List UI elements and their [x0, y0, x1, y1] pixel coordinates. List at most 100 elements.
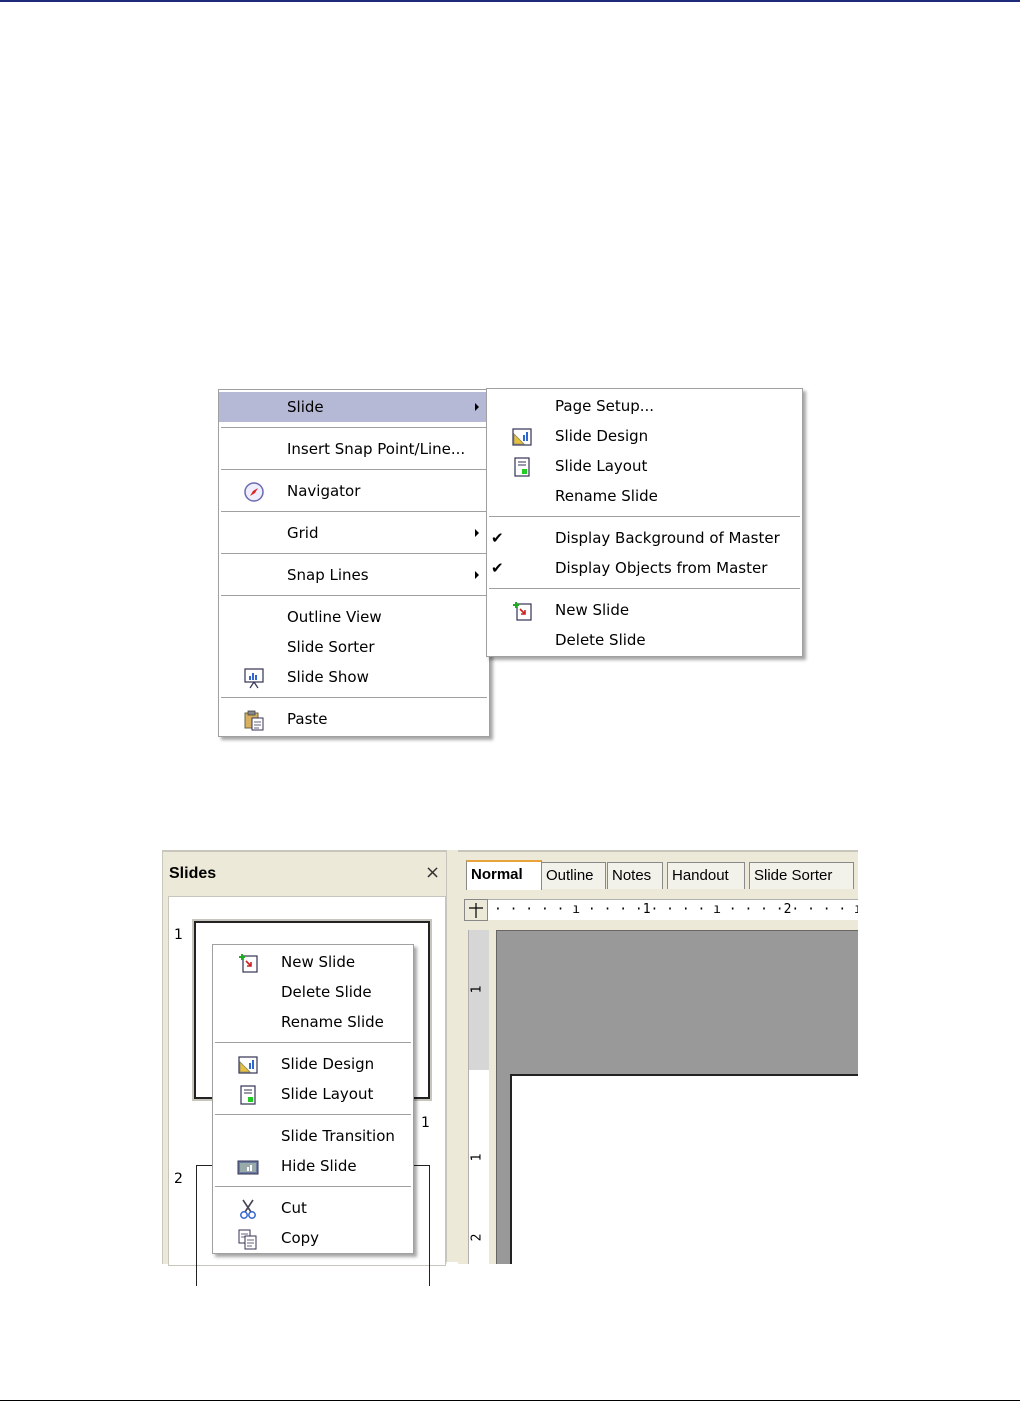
menu-item-slide[interactable]: Slide: [219, 392, 489, 422]
menu-item-label: Slide: [287, 398, 324, 416]
menu-item-hide-slide[interactable]: Hide Slide: [213, 1151, 413, 1181]
menu-separator: [221, 595, 487, 596]
menu-item-label: New Slide: [555, 601, 630, 619]
crosshair-icon: [469, 903, 483, 918]
menu-item-slide-show[interactable]: Slide Show: [219, 662, 489, 692]
menu-item-copy[interactable]: Copy: [213, 1223, 413, 1253]
menu-separator: [221, 427, 487, 428]
new-slide-icon: [239, 954, 258, 973]
menu-item-slide-layout[interactable]: Slide Layout: [487, 451, 802, 481]
vertical-ruler: 1 1 2: [468, 930, 489, 1264]
submenu-arrow-icon: [475, 403, 479, 411]
submenu-arrow-icon: [475, 529, 479, 537]
menu-item-slide-design[interactable]: Slide Design: [487, 421, 802, 451]
menu-item-label: Hide Slide: [281, 1157, 357, 1175]
tab-label: Slide Sorter: [754, 867, 833, 884]
menu-item-slide-layout[interactable]: Slide Layout: [213, 1079, 413, 1109]
page-bottom-rule: [0, 1400, 1020, 1401]
menu-item-label: Slide Transition: [281, 1127, 395, 1145]
menu-item-label: New Slide: [281, 953, 356, 971]
ruler-shade: [469, 930, 489, 1070]
slides-context-menu: New Slide Delete Slide Rename Slide Slid…: [212, 944, 414, 1254]
tab-handout[interactable]: Handout: [667, 862, 745, 889]
menu-separator: [215, 1042, 411, 1043]
menu-item-label: Display Objects from Master: [555, 559, 768, 577]
ruler-mark: 1: [469, 985, 485, 994]
menu-separator: [221, 511, 487, 512]
menu-item-rename-slide[interactable]: Rename Slide: [213, 1007, 413, 1037]
menu-item-label: Paste: [287, 710, 328, 728]
ruler-scale: · · · · · ı · · · ·1· · · · ı · · · ·2· …: [494, 902, 858, 917]
page-top-rule: [0, 0, 1020, 2]
menu-item-new-slide[interactable]: New Slide: [487, 595, 802, 625]
menu-item-outline-view[interactable]: Outline View: [219, 602, 489, 632]
menu-separator: [221, 697, 487, 698]
tab-outline[interactable]: Outline: [541, 862, 606, 889]
slide-design-icon: [238, 1056, 258, 1074]
slide-number: 1: [421, 1115, 430, 1131]
menu-item-label: Slide Sorter: [287, 638, 375, 656]
menu-item-label: Rename Slide: [281, 1013, 384, 1031]
ruler-origin-icon[interactable]: [464, 899, 488, 921]
menu-item-label: Insert Snap Point/Line...: [287, 440, 466, 458]
menu-item-delete-slide[interactable]: Delete Slide: [213, 977, 413, 1007]
menu-item-rename-slide[interactable]: Rename Slide: [487, 481, 802, 511]
menu-item-label: Page Setup...: [555, 397, 655, 415]
menu-item-page-setup[interactable]: Page Setup...: [487, 391, 802, 421]
menu-item-paste[interactable]: Paste: [219, 704, 489, 734]
menu-item-label: Copy: [281, 1229, 320, 1247]
tab-label: Normal: [471, 866, 523, 883]
ruler-mark: 1: [469, 1153, 485, 1162]
menu-item-slide-sorter[interactable]: Slide Sorter: [219, 632, 489, 662]
slide-layout-icon: [514, 457, 530, 477]
menu-item-label: Slide Show: [287, 668, 369, 686]
menu-item-navigator[interactable]: Navigator: [219, 476, 489, 506]
menu-item-label: Snap Lines: [287, 566, 369, 584]
menu-separator: [215, 1186, 411, 1187]
hide-slide-icon: [237, 1160, 259, 1175]
menu-item-label: Slide Design: [555, 427, 649, 445]
menu-item-delete-slide[interactable]: Delete Slide: [487, 625, 802, 655]
editor-area: Normal Outline Notes Handout Slide Sorte…: [458, 850, 858, 1264]
slide-number: 2: [174, 1171, 183, 1187]
menu-item-display-objects-from-master[interactable]: ✔ Display Objects from Master: [487, 553, 802, 583]
tab-slide-sorter[interactable]: Slide Sorter: [749, 862, 854, 889]
slide-show-icon: [244, 668, 264, 689]
slides-pane-title: Slides: [169, 865, 217, 882]
menu-item-label: Delete Slide: [555, 631, 646, 649]
ruler-mark: 2: [469, 1233, 485, 1242]
tab-normal[interactable]: Normal: [466, 860, 542, 890]
menu-separator: [221, 469, 487, 470]
checkmark-icon: ✔: [491, 559, 504, 577]
menu-item-snap-lines[interactable]: Snap Lines: [219, 560, 489, 590]
menu-item-display-background-of-master[interactable]: ✔ Display Background of Master: [487, 523, 802, 553]
menu-item-label: Slide Design: [281, 1055, 375, 1073]
menu-item-insert-snap-point[interactable]: Insert Snap Point/Line...: [219, 434, 489, 464]
close-icon[interactable]: ×: [425, 862, 440, 883]
view-menu: Slide Insert Snap Point/Line... Navigato…: [218, 389, 490, 737]
submenu-arrow-icon: [475, 571, 479, 579]
menu-item-label: Navigator: [287, 482, 361, 500]
copy-icon: [238, 1229, 257, 1250]
menu-separator: [215, 1114, 411, 1115]
slide-submenu: Page Setup... Slide Design Slide Layout …: [486, 388, 803, 657]
slide-page[interactable]: [510, 1074, 858, 1264]
menu-item-grid[interactable]: Grid: [219, 518, 489, 548]
menu-item-label: Display Background of Master: [555, 529, 780, 547]
menu-item-label: Cut: [281, 1199, 307, 1217]
horizontal-ruler: · · · · · ı · · · ·1· · · · ı · · · ·2· …: [464, 899, 858, 920]
menu-item-slide-transition[interactable]: Slide Transition: [213, 1121, 413, 1151]
menu-item-label: Slide Layout: [281, 1085, 374, 1103]
tab-notes[interactable]: Notes: [607, 862, 663, 889]
tab-label: Handout: [672, 867, 729, 884]
menu-item-cut[interactable]: Cut: [213, 1193, 413, 1223]
menu-item-label: Delete Slide: [281, 983, 372, 1001]
menu-item-label: Rename Slide: [555, 487, 658, 505]
menu-separator: [489, 588, 800, 589]
tab-label: Outline: [546, 867, 594, 884]
checkmark-icon: ✔: [491, 529, 504, 547]
menu-item-new-slide[interactable]: New Slide: [213, 947, 413, 977]
menu-item-slide-design[interactable]: Slide Design: [213, 1049, 413, 1079]
navigator-compass-icon: [244, 482, 264, 502]
menu-item-label: Grid: [287, 524, 319, 542]
